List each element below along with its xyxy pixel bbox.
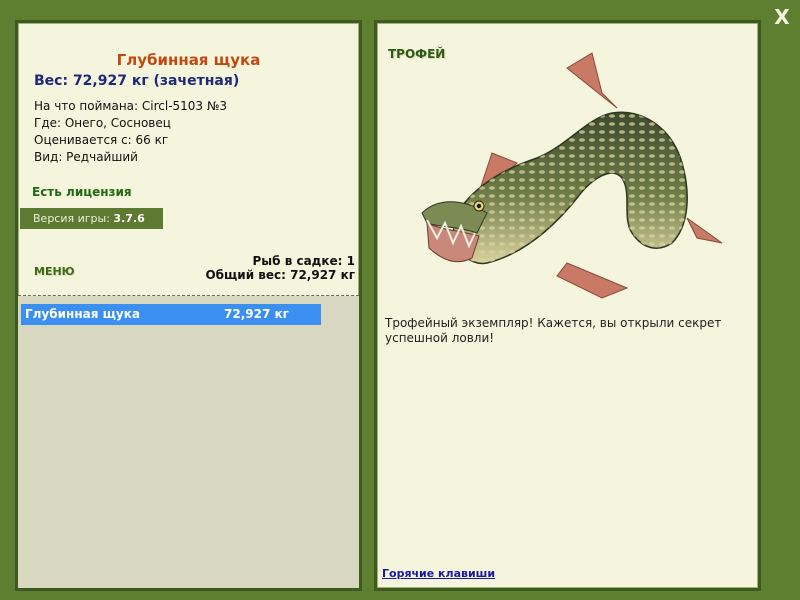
version-value: 3.7.6	[113, 212, 145, 225]
keepnet-total-weight: Общий вес: 72,927 кг	[205, 268, 355, 282]
catch-info-panel: Глубинная щука Вес: 72,927 кг (зачетная)…	[15, 20, 362, 591]
close-button[interactable]: X	[768, 4, 796, 30]
fish-name-title: Глубинная щука	[116, 51, 261, 69]
pike-fish-illustration	[421, 52, 723, 299]
value-info: Оценивается с: 66 кг	[34, 133, 169, 147]
fish-weight: Вес: 72,927 кг (зачетная)	[34, 73, 240, 89]
keepnet-summary: Рыб в садке: 1 Общий вес: 72,927 кг	[205, 254, 355, 282]
location-info: Где: Онего, Сосновец	[34, 116, 171, 130]
keepnet-count: Рыб в садке: 1	[252, 254, 356, 268]
keepnet-list: Глубинная щука 72,927 кг	[18, 296, 359, 588]
list-item-weight: 72,927 кг	[224, 307, 289, 321]
trophy-panel: ТРОФЕЙ Трофейный экземпляр! Кажется, вы …	[374, 20, 761, 591]
version-label: Версия игры:	[33, 212, 110, 225]
license-status: Есть лицензия	[32, 185, 132, 199]
hotkeys-link[interactable]: Горячие клавиши	[382, 567, 495, 580]
list-item-name: Глубинная щука	[25, 307, 140, 321]
game-version-badge: Версия игры: 3.7.6	[20, 208, 163, 229]
trophy-description: Трофейный экземпляр! Кажется, вы открыли…	[385, 316, 722, 345]
bait-info: На что поймана: Circl-5103 №3	[34, 99, 227, 113]
menu-button[interactable]: МЕНЮ	[34, 265, 75, 278]
list-item[interactable]: Глубинная щука 72,927 кг	[21, 304, 321, 325]
rarity-info: Вид: Редчайший	[34, 150, 138, 164]
